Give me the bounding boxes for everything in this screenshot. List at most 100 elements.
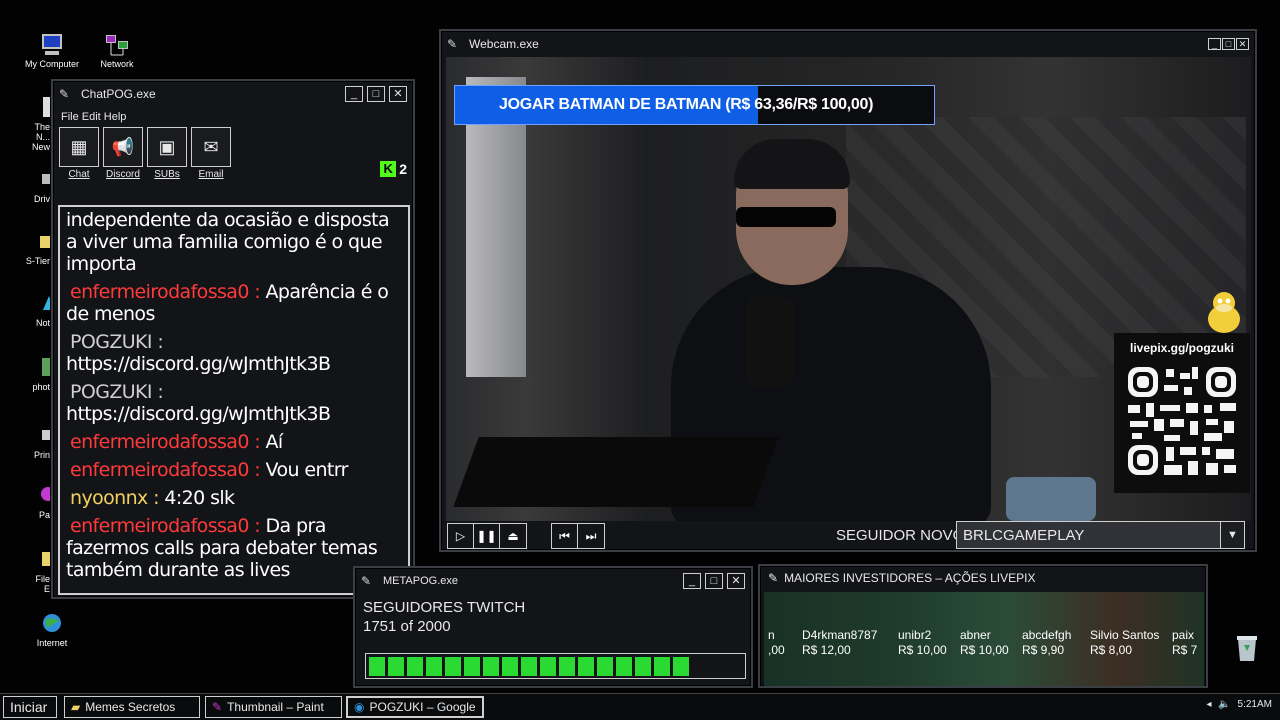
kick-badge: K 2 (380, 161, 407, 177)
taskbar-item-label: Memes Secretos (85, 700, 176, 714)
stats-progress-text: 1751 of 2000 (363, 618, 451, 635)
paint-icon: ✎ (212, 700, 223, 714)
document-icon (43, 97, 50, 117)
progress-segment (445, 657, 461, 676)
message-text: 4:20 slk (164, 487, 235, 509)
new-follower-select[interactable]: BRLCGAMEPLAY ▼ (956, 521, 1245, 549)
progress-segment (369, 657, 385, 676)
investor-amount: ,00 (768, 643, 785, 657)
window-title: MAIORES INVESTIDORES – AÇÕES LIVEPIX (784, 571, 1036, 585)
tool-discord[interactable]: 📢 Discord (103, 127, 143, 180)
app-icon: ✎ (768, 571, 779, 585)
desktop-icon-label: S-Tier (25, 256, 50, 266)
taskbar: Iniciar ▰ Memes Secretos ✎ Thumbnail – P… (0, 693, 1280, 720)
message-text: independente da ocasião e disposta a viv… (66, 209, 390, 275)
message-user: enfermeirodafossa0 : (70, 431, 261, 453)
investor-name: abcdefgh (1022, 628, 1072, 642)
investor-name: abner (960, 628, 991, 642)
investor-amount: R$ 10,00 (960, 643, 1009, 657)
play-button[interactable]: ▷ (448, 524, 474, 548)
maximize-button[interactable]: □ (1222, 38, 1235, 50)
minimize-button[interactable]: _ (345, 86, 363, 102)
desktop-icon-photos[interactable]: phot (28, 356, 50, 392)
next-button[interactable]: ⏭ (578, 524, 604, 548)
investors-titlebar[interactable]: ✎ MAIORES INVESTIDORES – AÇÕES LIVEPIX (760, 566, 1206, 590)
desktop-icon-printer[interactable]: Prin (28, 424, 50, 460)
printer-icon (42, 430, 50, 440)
close-button[interactable]: ✕ (727, 573, 745, 589)
investor-entry: abcdefgh R$ 9,90 (1022, 628, 1071, 658)
kick-icon: K (380, 161, 397, 177)
close-button[interactable]: ✕ (389, 86, 407, 102)
eject-button[interactable]: ⏏ (500, 524, 526, 548)
chat-message: enfermeirodafossa0 : Aí (66, 431, 402, 453)
desktop-icon-internet[interactable]: Internet (17, 612, 87, 648)
desktop-icon-notes[interactable]: Not (28, 292, 50, 328)
metapog-titlebar[interactable]: ✎ METAPOG.exe _ □ ✕ (355, 568, 751, 594)
start-button[interactable]: Iniciar (3, 696, 57, 718)
maximize-button[interactable]: □ (367, 86, 385, 102)
person-hair (734, 139, 850, 189)
tool-chat[interactable]: ▦ Chat (59, 127, 99, 180)
message-user: POGZUKI : (70, 381, 164, 403)
desktop-icon-label: File E (35, 574, 50, 594)
new-follower-label: SEGUIDOR NOVO (836, 527, 965, 544)
chatpog-titlebar[interactable]: ✎ ChatPOG.exe _ □ ✕ (53, 81, 413, 107)
browser-icon: ◉ (354, 700, 365, 714)
chat-messages[interactable]: independente da ocasião e disposta a viv… (58, 205, 410, 595)
chat-message: independente da ocasião e disposta a viv… (66, 209, 402, 275)
volume-icon[interactable]: 🔈 (1218, 699, 1230, 710)
progress-segment (521, 657, 537, 676)
taskbar-item-memes[interactable]: ▰ Memes Secretos (64, 696, 200, 718)
progress-segment (407, 657, 423, 676)
webcam-titlebar[interactable]: ✎ Webcam.exe _ □ ✕ (441, 31, 1255, 57)
desktop-icon-s-tier[interactable]: S-Tier (24, 230, 50, 266)
progress-segment (673, 657, 689, 676)
investor-entry: n ,00 (768, 628, 785, 658)
desktop-icon-paint[interactable]: Pa (28, 484, 50, 520)
desktop-icon-drive[interactable]: Driv (28, 168, 50, 204)
minimize-button[interactable]: _ (683, 573, 701, 589)
investor-amount: R$ 12,00 (802, 643, 851, 657)
investor-entry: D4rkman8787 R$ 12,00 (802, 628, 877, 658)
livepix-qr-panel[interactable]: livepix.gg/pogzuki (1114, 333, 1250, 493)
desktop-icon-network[interactable]: Network (82, 33, 152, 69)
message-user: nyoonnx : (70, 487, 160, 509)
tool-subs[interactable]: ▣ SUBs (147, 127, 187, 180)
close-button[interactable]: ✕ (1236, 38, 1249, 50)
tool-email[interactable]: ✉ Email (191, 127, 231, 180)
stats-label: SEGUIDORES TWITCH (363, 599, 526, 616)
desktop-icon-label: My Computer (24, 59, 79, 69)
recycle-bin-icon[interactable] (1234, 633, 1260, 663)
progress-segment (616, 657, 632, 676)
notepad-icon (43, 296, 50, 310)
investor-entry: paix R$ 7 (1172, 628, 1197, 658)
desktop-icon-file-explorer[interactable]: File E (28, 548, 50, 594)
progress-segment (597, 657, 613, 676)
skip-back-icon: ⏮ (559, 528, 570, 543)
previous-button[interactable]: ⏮ (552, 524, 578, 548)
message-user: enfermeirodafossa0 : (70, 515, 261, 537)
progress-segment (559, 657, 575, 676)
investor-entry: abner R$ 10,00 (960, 628, 1009, 658)
start-label: Iniciar (10, 699, 48, 715)
menu-bar[interactable]: File Edit Help (53, 107, 413, 127)
keyboard (453, 437, 779, 507)
investor-name: unibr2 (898, 628, 932, 642)
maximize-button[interactable]: □ (705, 573, 723, 589)
taskbar-item-paint[interactable]: ✎ Thumbnail – Paint (205, 696, 342, 718)
megaphone-icon: 📢 (111, 136, 135, 157)
chat-message: enfermeirodafossa0 : Aparência é o de me… (66, 281, 402, 325)
webcam-window: ✎ Webcam.exe _ □ ✕ JOGAR BATMAN DE BATMA… (439, 29, 1257, 552)
taskbar-item-label: POGZUKI – Google (369, 700, 476, 714)
pause-button[interactable]: ❚❚ (474, 524, 500, 548)
desktop-icon-news[interactable]: The N... New (28, 96, 50, 152)
chevron-down-icon[interactable]: ▼ (1220, 522, 1244, 548)
taskbar-item-google[interactable]: ◉ POGZUKI – Google (346, 696, 484, 718)
investor-amount: R$ 7 (1172, 643, 1198, 657)
minimize-button[interactable]: _ (1208, 38, 1221, 50)
desktop-icon-my-computer[interactable]: My Computer (17, 33, 87, 69)
network-tray-icon[interactable]: ◂ (1206, 699, 1211, 710)
progress-segment (388, 657, 404, 676)
drive-icon (42, 174, 50, 184)
